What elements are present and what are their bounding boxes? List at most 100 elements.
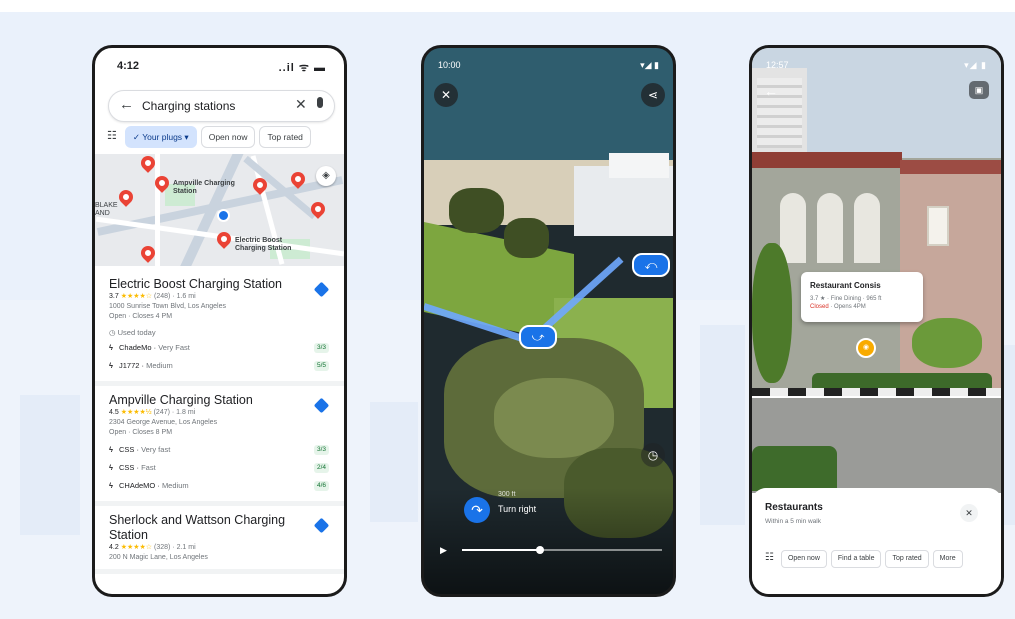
station-card[interactable]: Ampville Charging Station 4.5 ★★★★½ (247… <box>95 386 344 506</box>
share-icon[interactable]: ⋖ <box>641 83 665 107</box>
clear-icon[interactable]: ✕ <box>295 96 307 113</box>
filter-settings-icon[interactable]: ☷ <box>103 126 121 146</box>
scene-window <box>854 193 880 263</box>
scene-trees <box>504 218 549 258</box>
plug-row: ϟ CSS · Very fast 3/3 <box>109 441 331 459</box>
station-card[interactable]: Electric Boost Charging Station 3.7 ★★★★… <box>95 270 344 386</box>
chat-icon[interactable]: ▣ <box>969 81 989 99</box>
scene-hedge <box>752 446 837 491</box>
progress-scrubber[interactable] <box>462 546 662 554</box>
map-pin-icon[interactable] <box>214 229 234 249</box>
chip-more[interactable]: More <box>932 550 963 568</box>
filter-settings-icon[interactable]: ☷ <box>762 550 777 566</box>
plug-name: CHAdeMO <box>119 481 156 490</box>
phone-street-view: 12:57 ▾◢ ▮ ← ▣ Restaurant Consis 3.7 ★ ·… <box>749 45 1004 597</box>
restaurant-marker-icon[interactable]: ◉ <box>856 338 876 358</box>
status-icons: ..il ᯤ ▬ <box>278 62 326 74</box>
bolt-icon: ϟ <box>109 445 113 454</box>
station-rating: 4.2 ★★★★☆ (328) · 2.1 mi <box>109 543 331 553</box>
turn-instruction: Turn right <box>498 504 537 514</box>
chip-top-rated[interactable]: Top rated <box>885 550 929 568</box>
review-count: (328) · 2.1 mi <box>154 544 196 551</box>
bolt-icon: ϟ <box>109 361 113 370</box>
rating-stars-icon: ★★★★☆ <box>120 293 153 300</box>
search-bar[interactable]: ← Charging stations ✕ <box>108 90 335 122</box>
status-icons: ▾◢ ▮ <box>964 60 987 70</box>
close-icon[interactable]: ✕ <box>960 504 978 522</box>
skyline-building <box>20 395 80 535</box>
plug-row: ϟ CSS · Fast 2/4 <box>109 459 331 477</box>
scene-window <box>817 193 843 263</box>
plug-speed: Medium <box>146 361 173 370</box>
sheet-subtitle: Within a 5 min walk <box>765 518 821 525</box>
station-rating: 4.5 ★★★★½ (247) · 1.8 mi <box>109 408 331 418</box>
microphone-icon[interactable] <box>317 97 323 108</box>
close-icon[interactable]: ✕ <box>434 83 458 107</box>
chip-open-now[interactable]: Open now <box>200 126 256 148</box>
plug-row: ϟ J1772 · Medium 5/5 <box>109 357 331 375</box>
route-turn-marker-icon[interactable]: ⤻ <box>519 325 557 349</box>
scene-sea <box>424 48 673 163</box>
status-bar: 12:57 ▾◢ ▮ <box>752 48 1001 82</box>
layers-icon[interactable]: ◈ <box>316 166 336 186</box>
scene-roof <box>900 160 1001 174</box>
scene-trees <box>449 188 504 233</box>
usage-note-text: Used today <box>117 328 156 337</box>
directions-icon[interactable] <box>313 517 330 534</box>
station-address: 1000 Sunrise Town Blvd, Los Angeles <box>109 303 227 310</box>
route-turn-marker-icon[interactable]: ⤺ <box>632 253 670 277</box>
station-rating: 3.7 ★★★★☆ (248) · 1.6 mi <box>109 292 331 302</box>
station-address: 200 N Magic Lane, Los Angeles <box>109 554 208 561</box>
place-open-time: · Opens 4PM <box>828 304 866 310</box>
scene-building <box>609 153 669 178</box>
plug-speed: Very Fast <box>158 343 190 352</box>
filter-chips: ☷ ✓ Your plugs ▾ Open now Top rated <box>103 126 344 148</box>
plug-speed: Medium <box>161 481 189 490</box>
plug-name: ChadeMo <box>119 343 152 352</box>
plug-availability: 4/6 <box>313 481 329 491</box>
map-view[interactable]: Ampville Charging Station Electric Boost… <box>95 154 344 266</box>
chip-top-rated[interactable]: Top rated <box>259 126 311 148</box>
phone-immersive-view: ⤻ ⤺ 10:00 ▾◢ ▮ ✕ ⋖ ◷ ↷ 300 ft Turn right… <box>421 45 676 597</box>
back-arrow-icon[interactable]: ← <box>764 83 778 99</box>
plug-row: ϟ CHAdeMO · Medium 4/6 <box>109 477 331 495</box>
plug-speed: Very fast <box>141 445 171 454</box>
turn-right-icon: ↷ <box>464 497 490 523</box>
chip-open-now[interactable]: Open now <box>780 550 827 568</box>
status-time: 10:00 <box>438 60 461 70</box>
place-rating: 3.7 ★ · Fine Dining · 965 ft <box>810 296 882 302</box>
rating-value: 4.2 <box>109 544 119 551</box>
bolt-icon: ϟ <box>109 481 113 490</box>
scene-garden <box>494 378 614 458</box>
chip-your-plugs[interactable]: ✓ Your plugs ▾ <box>124 126 197 148</box>
progress-knob[interactable] <box>536 546 544 554</box>
rating-value: 4.5 <box>109 409 119 416</box>
back-arrow-icon[interactable]: ← <box>119 96 134 113</box>
status-icons: ▾◢ ▮ <box>640 60 659 70</box>
map-label-ampville: Ampville Charging Station <box>173 180 235 195</box>
rating-stars-icon: ★★★★☆ <box>120 544 153 551</box>
phone-charging-search: 4:12 ..il ᯤ ▬ ← Charging stations ✕ ☷ ✓ Y… <box>92 45 347 597</box>
chip-find-a-table[interactable]: Find a table <box>830 550 882 568</box>
play-icon[interactable]: ▶ <box>440 545 447 556</box>
station-card[interactable]: Sherlock and Wattson Charging Station 4.… <box>95 506 344 574</box>
place-hours: Closed · Opens 4PM <box>810 304 866 310</box>
station-hours: Open · Closes 4 PM <box>109 313 173 320</box>
plug-name: CSS <box>119 463 135 472</box>
plug-availability: 3/3 <box>313 343 329 353</box>
plug-availability: 3/3 <box>313 445 329 455</box>
place-info-card[interactable]: Restaurant Consis 3.7 ★ · Fine Dining · … <box>801 272 923 322</box>
status-time: 4:12 <box>117 60 140 72</box>
map-label-street: BLAKE AND <box>95 202 118 217</box>
plug-name: J1772 <box>119 361 140 370</box>
plug-availability: 5/5 <box>313 361 329 371</box>
plug-name: CSS <box>119 445 135 454</box>
history-icon[interactable]: ◷ <box>641 443 665 467</box>
status-time: 12:57 <box>766 60 789 70</box>
skyline-building <box>700 325 745 525</box>
bottom-sheet: Restaurants Within a 5 min walk ✕ ☷ Open … <box>752 488 1001 594</box>
results-list: Electric Boost Charging Station 3.7 ★★★★… <box>95 270 344 574</box>
scene-kerb <box>752 388 1001 396</box>
place-closed-status: Closed <box>810 304 829 310</box>
search-input[interactable]: Charging stations <box>142 99 235 113</box>
